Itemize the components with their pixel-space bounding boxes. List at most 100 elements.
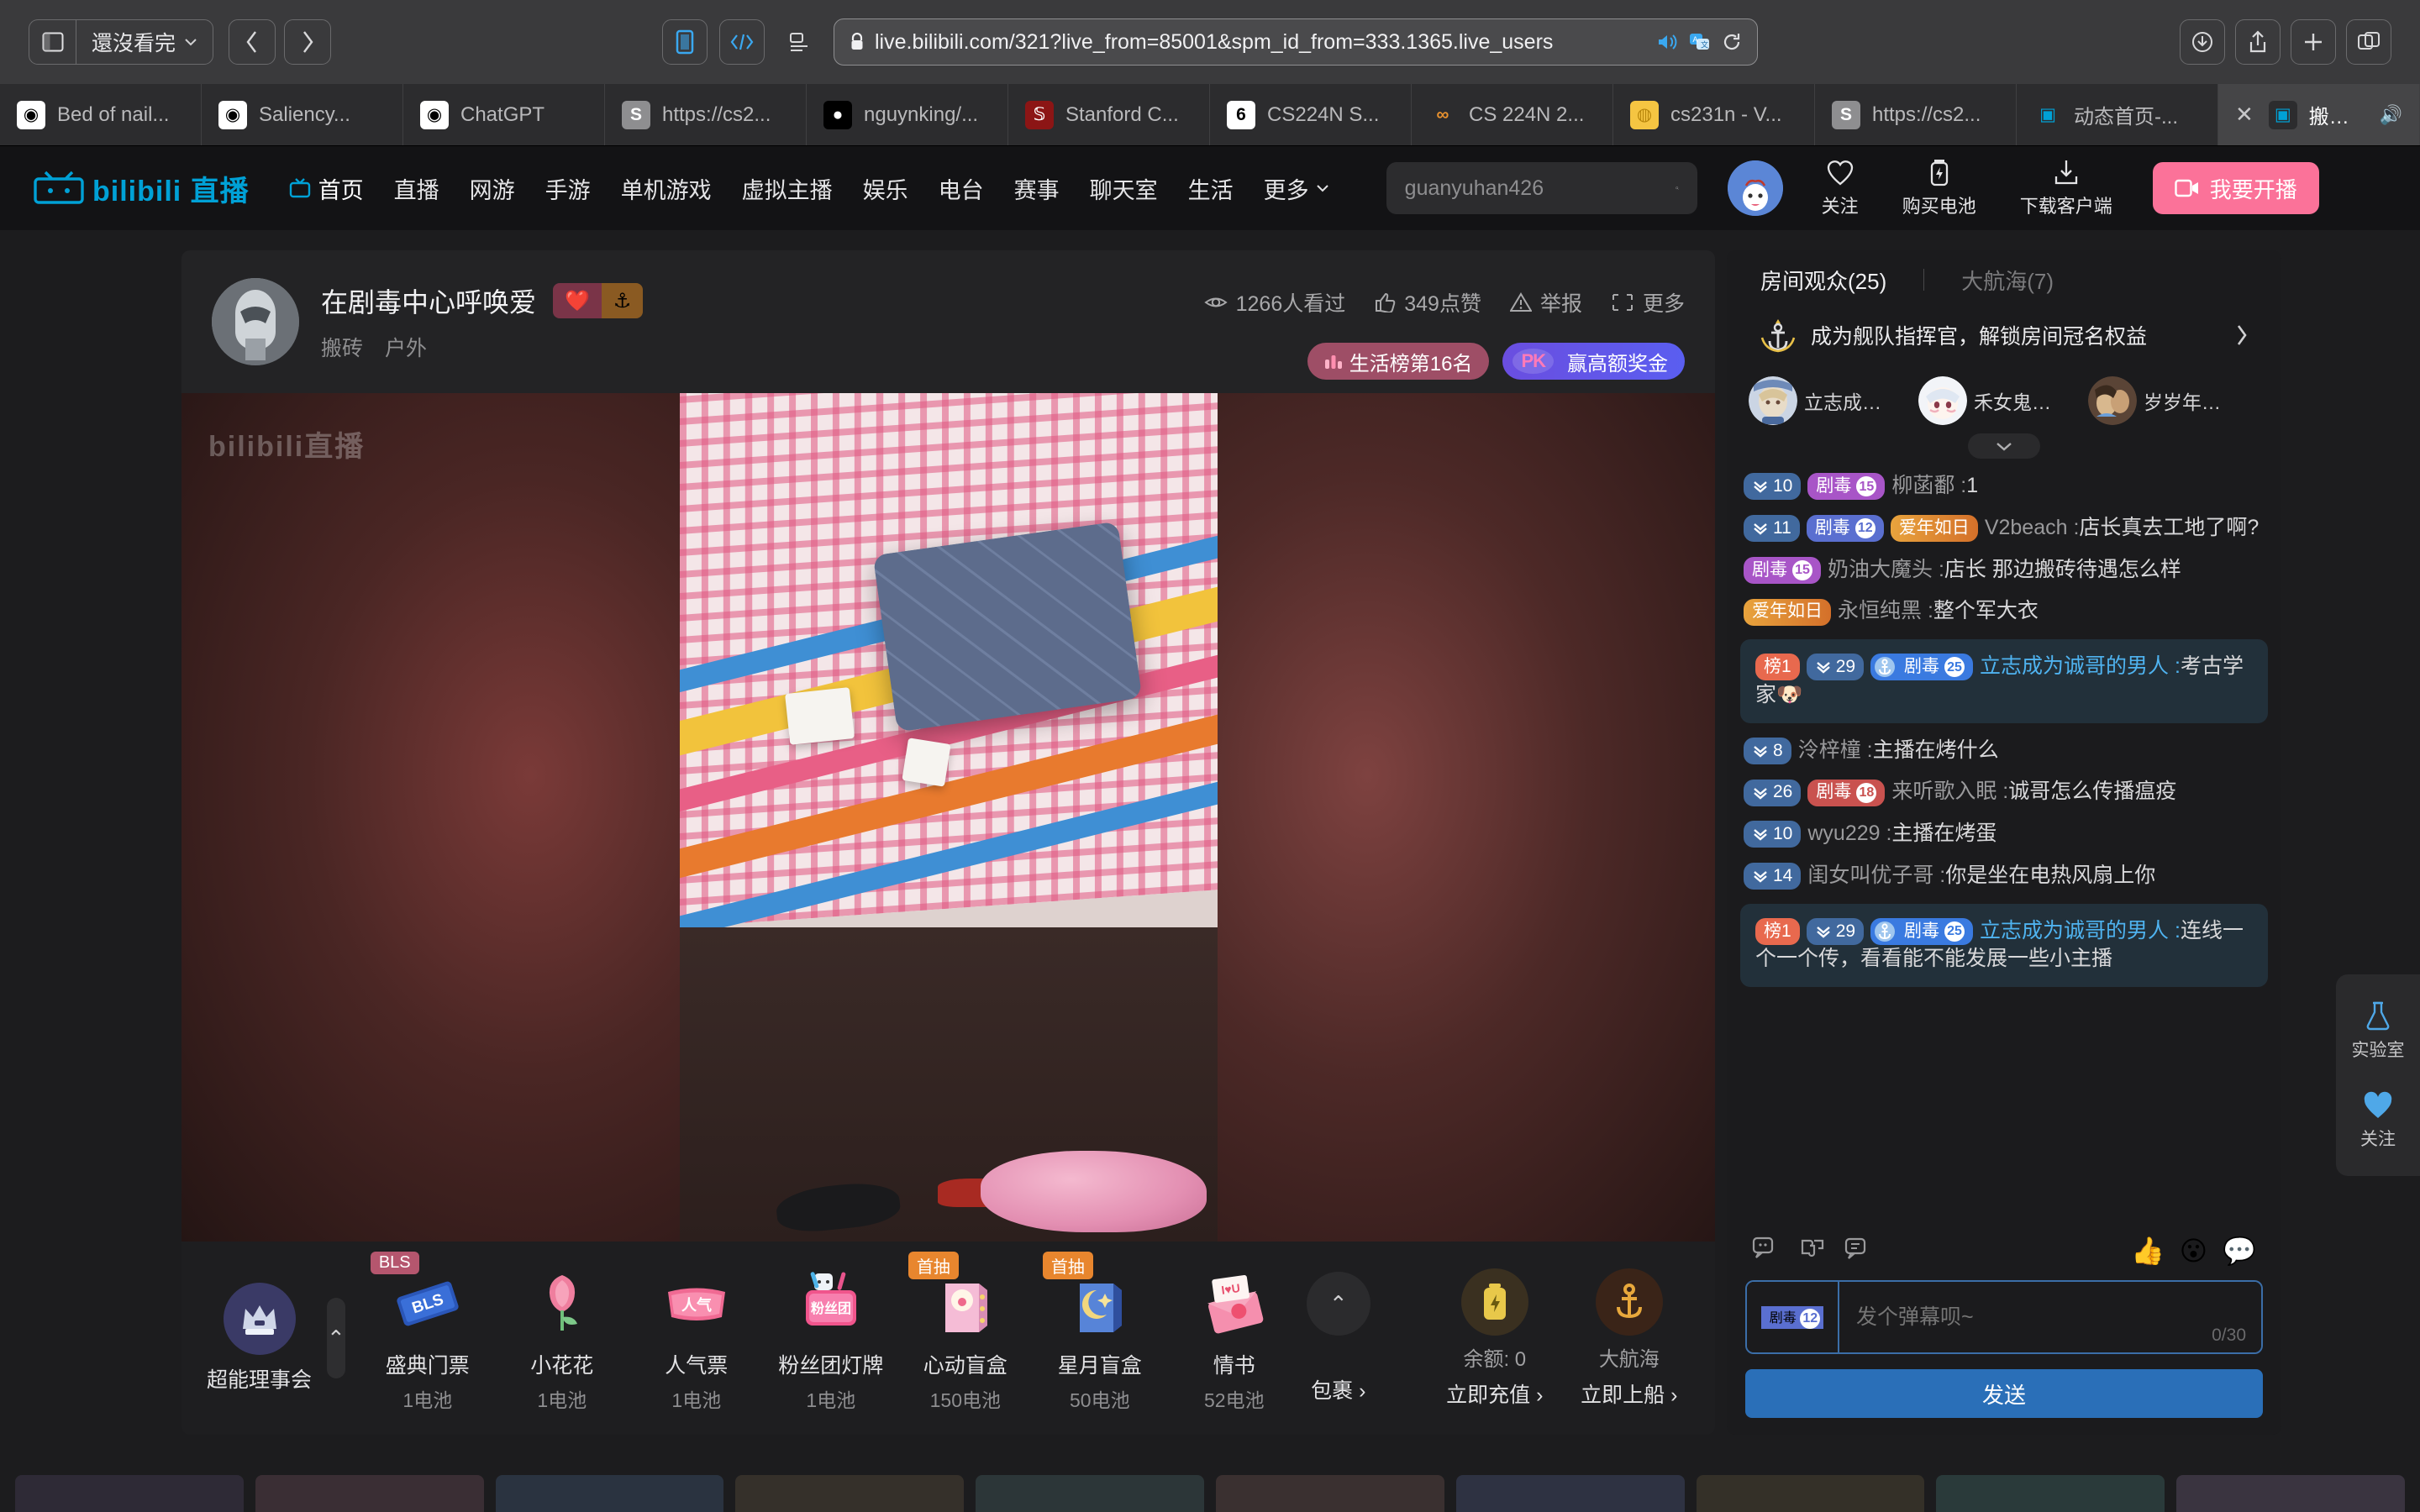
recommend-card[interactable] bbox=[15, 1475, 244, 1512]
browser-tab[interactable]: ◉ ChatGPT bbox=[403, 84, 605, 145]
danmaku-username[interactable]: 泠梓橦 : bbox=[1798, 738, 1873, 762]
nav-link-5[interactable]: 虚拟主播 bbox=[727, 172, 848, 205]
reload-icon[interactable] bbox=[1722, 32, 1742, 52]
wallet-guard[interactable]: 大航海 立即上船 › bbox=[1562, 1268, 1697, 1409]
danmaku-message[interactable]: 榜1 29 剧毒 25 立志成为诚哥的男人 :连线一个一个传，看看能不能发展一些小主播 bbox=[1740, 903, 2268, 987]
search-input[interactable] bbox=[1404, 176, 1676, 201]
nav-link-7[interactable]: 电台 bbox=[923, 172, 999, 205]
browser-tab[interactable]: Shttps://cs2... bbox=[605, 84, 807, 145]
gift-item[interactable]: 人气 人气票 1电池 bbox=[629, 1263, 764, 1413]
buy-battery-action[interactable]: 购买电池 bbox=[1881, 158, 1998, 218]
tab-guard[interactable]: 大航海(7) bbox=[1961, 265, 2054, 296]
super-council-entry[interactable]: 超能理事会 bbox=[207, 1283, 312, 1394]
quick-emoji-bubble[interactable]: 💬 bbox=[2223, 1235, 2256, 1267]
nav-link-6[interactable]: 娱乐 bbox=[848, 172, 923, 205]
send-button[interactable]: 发送 bbox=[1745, 1369, 2263, 1418]
browser-tab[interactable]: 𝕊 Stanford C... bbox=[1008, 84, 1210, 145]
tab-overview-icon[interactable] bbox=[2346, 19, 2391, 65]
sidebar-toggle-icon[interactable] bbox=[29, 19, 76, 65]
danmaku-username[interactable]: 柳菡鄱 : bbox=[1891, 474, 1966, 497]
go-live-button[interactable]: 我要开播 bbox=[2152, 162, 2319, 214]
lottery-icon[interactable] bbox=[1844, 1236, 1873, 1267]
rank-badge[interactable]: 生活榜第16名 bbox=[1307, 343, 1490, 380]
nav-link-4[interactable]: 单机游戏 bbox=[606, 172, 727, 205]
tab-audio-icon[interactable]: 🔊 bbox=[2380, 104, 2402, 126]
nav-link-1[interactable]: 直播 bbox=[379, 172, 455, 205]
browser-tab[interactable]: ◉ Saliency... bbox=[202, 84, 403, 145]
new-tab-icon[interactable] bbox=[2291, 19, 2336, 65]
speaker-icon[interactable] bbox=[1656, 33, 1678, 51]
gift-item[interactable]: 首抽 星月盲盒 50电池 bbox=[1033, 1252, 1167, 1413]
rail-item-lab[interactable]: 实验室 bbox=[2336, 990, 2420, 1072]
recommend-card[interactable] bbox=[1455, 1475, 1685, 1512]
danmaku-message[interactable]: 8 泠梓橦 :主播在烤什么 bbox=[1744, 737, 2265, 765]
gift-puzzle-icon[interactable] bbox=[1799, 1236, 1826, 1267]
search-icon[interactable] bbox=[1676, 176, 1679, 200]
downloads-icon[interactable] bbox=[2180, 19, 2225, 65]
pk-badge[interactable]: PK 赢高额奖金 bbox=[1502, 343, 1685, 380]
recommend-card[interactable] bbox=[255, 1475, 484, 1512]
translate-icon[interactable]: A文 bbox=[1688, 32, 1712, 52]
chat-input-box[interactable]: 0/30 bbox=[1839, 1282, 2261, 1352]
danmaku-username[interactable]: V2beach : bbox=[1985, 516, 2080, 539]
tab-room-viewers[interactable]: 房间观众(25) bbox=[1760, 265, 1886, 296]
room-tag-secondary[interactable]: 户外 bbox=[385, 332, 427, 362]
room-tag-primary[interactable]: 搬砖 bbox=[321, 332, 363, 362]
danmaku-message[interactable]: 26 剧毒 18 来听歌入眠 :诚哥怎么传播瘟疫 bbox=[1744, 778, 2265, 806]
recommend-card[interactable] bbox=[1936, 1475, 2165, 1512]
recommend-card[interactable] bbox=[1215, 1475, 1444, 1512]
danmaku-list[interactable]: 10 剧毒 15 柳菡鄱 :1 11 剧毒 12 爱年如日 V2beach :店长真去工地了啊?… bbox=[1727, 467, 2281, 1221]
nav-link-2[interactable]: 网游 bbox=[455, 172, 530, 205]
download-client-action[interactable]: 下载客户端 bbox=[1998, 158, 2134, 218]
viewer-item[interactable]: 岁岁年… bbox=[2088, 376, 2254, 425]
browser-tab[interactable]: ● nguynking/... bbox=[807, 84, 1008, 145]
danmaku-username[interactable]: 来听歌入眠 : bbox=[1891, 780, 2008, 803]
browser-tab[interactable]: 6 CS224N S... bbox=[1210, 84, 1412, 145]
danmaku-username[interactable]: wyu229 : bbox=[1807, 822, 1891, 845]
recommend-card[interactable] bbox=[2176, 1475, 2405, 1512]
host-medal-badge[interactable]: ❤️ ⚓ bbox=[553, 283, 644, 318]
close-icon[interactable]: ✕ bbox=[2235, 102, 2254, 128]
danmaku-username[interactable]: 永恒纯黑 : bbox=[1838, 599, 1933, 622]
avatar[interactable] bbox=[1727, 160, 1783, 216]
danmaku-input[interactable] bbox=[1839, 1282, 2261, 1352]
nav-link-11[interactable]: 更多 bbox=[1249, 172, 1344, 205]
back-button[interactable] bbox=[229, 19, 276, 65]
danmaku-username[interactable]: 立志成为诚哥的男人 : bbox=[1980, 919, 2181, 942]
danmaku-username[interactable]: 立志成为诚哥的男人 : bbox=[1980, 654, 2181, 678]
browser-tab[interactable]: ∞ CS 224N 2... bbox=[1412, 84, 1613, 145]
nav-link-10[interactable]: 生活 bbox=[1173, 172, 1249, 205]
code-view-icon[interactable] bbox=[719, 19, 765, 65]
bilibili-logo[interactable]: bilibili 直播 bbox=[34, 168, 250, 209]
danmaku-message[interactable]: 10 剧毒 15 柳菡鄱 :1 bbox=[1744, 472, 2265, 501]
emoji-panel-icon[interactable] bbox=[1752, 1236, 1781, 1267]
gift-item[interactable]: 小花花 1电池 bbox=[495, 1263, 629, 1413]
search-box[interactable] bbox=[1386, 162, 1697, 214]
reading-list-button[interactable]: 還沒看完 bbox=[76, 19, 214, 65]
nav-link-9[interactable]: 聊天室 bbox=[1075, 172, 1173, 205]
quick-emoji-thumbsup[interactable]: 👍 bbox=[2131, 1235, 2165, 1267]
recommend-card[interactable] bbox=[495, 1475, 724, 1512]
danmaku-username[interactable]: 闺女叫优子哥 : bbox=[1807, 864, 1945, 887]
viewer-item[interactable]: 禾女鬼… bbox=[1918, 376, 2085, 425]
browser-tab[interactable]: ◉ Bed of nail... bbox=[0, 84, 202, 145]
gift-item[interactable]: BLS BLS 盛典门票 1电池 bbox=[360, 1252, 495, 1413]
nav-link-8[interactable]: 赛事 bbox=[999, 172, 1075, 205]
nav-link-3[interactable]: 手游 bbox=[530, 172, 606, 205]
page-settings-icon[interactable] bbox=[776, 19, 822, 65]
quick-emoji-surprised[interactable]: 😮 bbox=[2180, 1235, 2207, 1267]
rail-item-follow[interactable]: 关注 bbox=[2336, 1080, 2420, 1161]
recommend-card[interactable] bbox=[735, 1475, 965, 1512]
like-count[interactable]: 349点赞 bbox=[1374, 287, 1481, 318]
gift-item[interactable]: 粉丝团 粉丝团灯牌 1电池 bbox=[764, 1263, 898, 1413]
wallet-recharge[interactable]: 余额: 0 立即充值 › bbox=[1428, 1268, 1562, 1409]
danmaku-message[interactable]: 11 剧毒 12 爱年如日 V2beach :店长真去工地了啊? bbox=[1744, 514, 2265, 543]
gift-item[interactable]: 首抽 心动盲盒 150电池 bbox=[898, 1252, 1033, 1413]
more-button[interactable]: 更多 bbox=[1611, 287, 1685, 318]
host-avatar[interactable] bbox=[212, 278, 299, 365]
danmaku-username[interactable]: 奶油大魔头 : bbox=[1828, 558, 1944, 581]
address-bar[interactable]: live.bilibili.com/321?live_from=85001&sp… bbox=[834, 18, 1758, 66]
package-entry[interactable]: ⌃ 包裹 › bbox=[1306, 1272, 1370, 1404]
danmaku-message[interactable]: 榜1 29 剧毒 25 立志成为诚哥的男人 :考古学家🐶 bbox=[1740, 639, 2268, 723]
danmaku-message[interactable]: 10 wyu229 :主播在烤蛋 bbox=[1744, 820, 2265, 848]
